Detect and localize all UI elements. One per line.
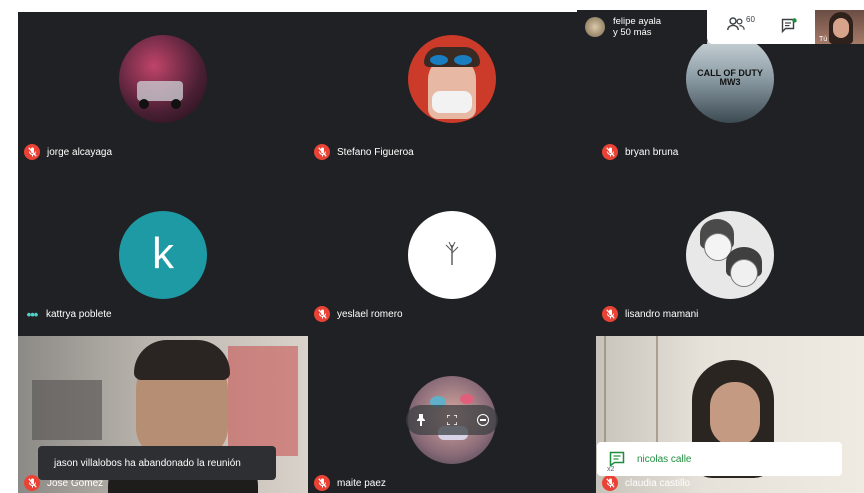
participant-tile[interactable]: yeslael romero: [308, 174, 596, 336]
participant-name: bryan bruna: [625, 146, 679, 158]
video-feed: [604, 336, 658, 456]
participant-label: Stefano Figueroa: [314, 144, 414, 160]
participant-name: lisandro mamani: [625, 308, 699, 320]
avatar-initial: k: [152, 229, 174, 278]
toast-text: jason villalobos ha abandonado la reunió…: [54, 457, 241, 469]
people-icon: [727, 17, 745, 31]
presenter-info[interactable]: felipe ayala y 50 más: [577, 10, 707, 44]
meeting-grid: jorge alcayaga Stefano Figueroa CALL OF …: [18, 12, 864, 493]
mic-off-icon: [24, 144, 40, 160]
chat-notification[interactable]: x2 nicolas calle: [597, 442, 842, 476]
fullscreen-icon[interactable]: [446, 414, 458, 426]
participant-label: yeslael romero: [314, 306, 403, 322]
mic-off-icon: [602, 475, 618, 491]
participant-tile[interactable]: Stefano Figueroa: [308, 12, 596, 174]
video-feed: [32, 380, 102, 440]
avatar: CALL OF DUTY MW3: [686, 35, 774, 123]
presenter-others: y 50 más: [613, 27, 652, 38]
participant-name: Stefano Figueroa: [337, 146, 414, 158]
mic-off-icon: [314, 475, 330, 491]
people-button[interactable]: 60: [727, 15, 755, 31]
chat-count-badge: x2: [607, 466, 615, 473]
participant-tile[interactable]: k ••• kattrya poblete: [18, 174, 308, 336]
self-view[interactable]: Tú: [815, 10, 864, 44]
presenter-name: felipe ayala: [613, 16, 662, 27]
remove-icon[interactable]: [476, 414, 489, 426]
participant-name: jorge alcayaga: [47, 146, 113, 158]
avatar: [408, 211, 496, 299]
pin-icon[interactable]: [415, 414, 427, 426]
avatar: k: [119, 211, 207, 299]
avatar-text: MW3: [719, 77, 741, 87]
participant-label: bryan bruna: [602, 144, 678, 160]
participant-label: ••• kattrya poblete: [24, 306, 112, 322]
participant-label: maite paez: [314, 475, 386, 491]
meeting-toolbar: 60: [707, 10, 815, 44]
mic-off-icon: [314, 306, 330, 322]
participant-label: jorge alcayaga: [24, 144, 112, 160]
participant-tile[interactable]: lisandro mamani: [596, 174, 864, 336]
participant-name: kattrya poblete: [46, 308, 112, 320]
participant-tile[interactable]: jorge alcayaga: [18, 12, 308, 174]
participant-tile[interactable]: maite paez: [308, 336, 596, 493]
notification-toast: jason villalobos ha abandonado la reunió…: [38, 446, 276, 480]
people-count: 60: [746, 15, 755, 24]
avatar: [686, 211, 774, 299]
tile-controls: [406, 405, 498, 435]
chat-icon: [781, 18, 797, 34]
participant-name: maite paez: [337, 477, 386, 489]
mic-off-icon: [602, 306, 618, 322]
participant-label: lisandro mamani: [602, 306, 698, 322]
participant-name: claudia castillo: [625, 477, 691, 489]
self-view-label: Tú: [819, 36, 828, 43]
participant-label: claudia castillo: [602, 475, 690, 491]
participant-name: yeslael romero: [337, 308, 403, 320]
avatar: [585, 17, 605, 37]
speaking-indicator-icon: •••: [26, 306, 39, 322]
mic-off-icon: [314, 144, 330, 160]
chat-button[interactable]: [781, 18, 797, 39]
chat-sender: nicolas calle: [637, 453, 692, 465]
mic-off-icon: [602, 144, 618, 160]
chat-icon: x2: [607, 451, 625, 473]
avatar: [408, 35, 496, 123]
avatar: [119, 35, 207, 123]
